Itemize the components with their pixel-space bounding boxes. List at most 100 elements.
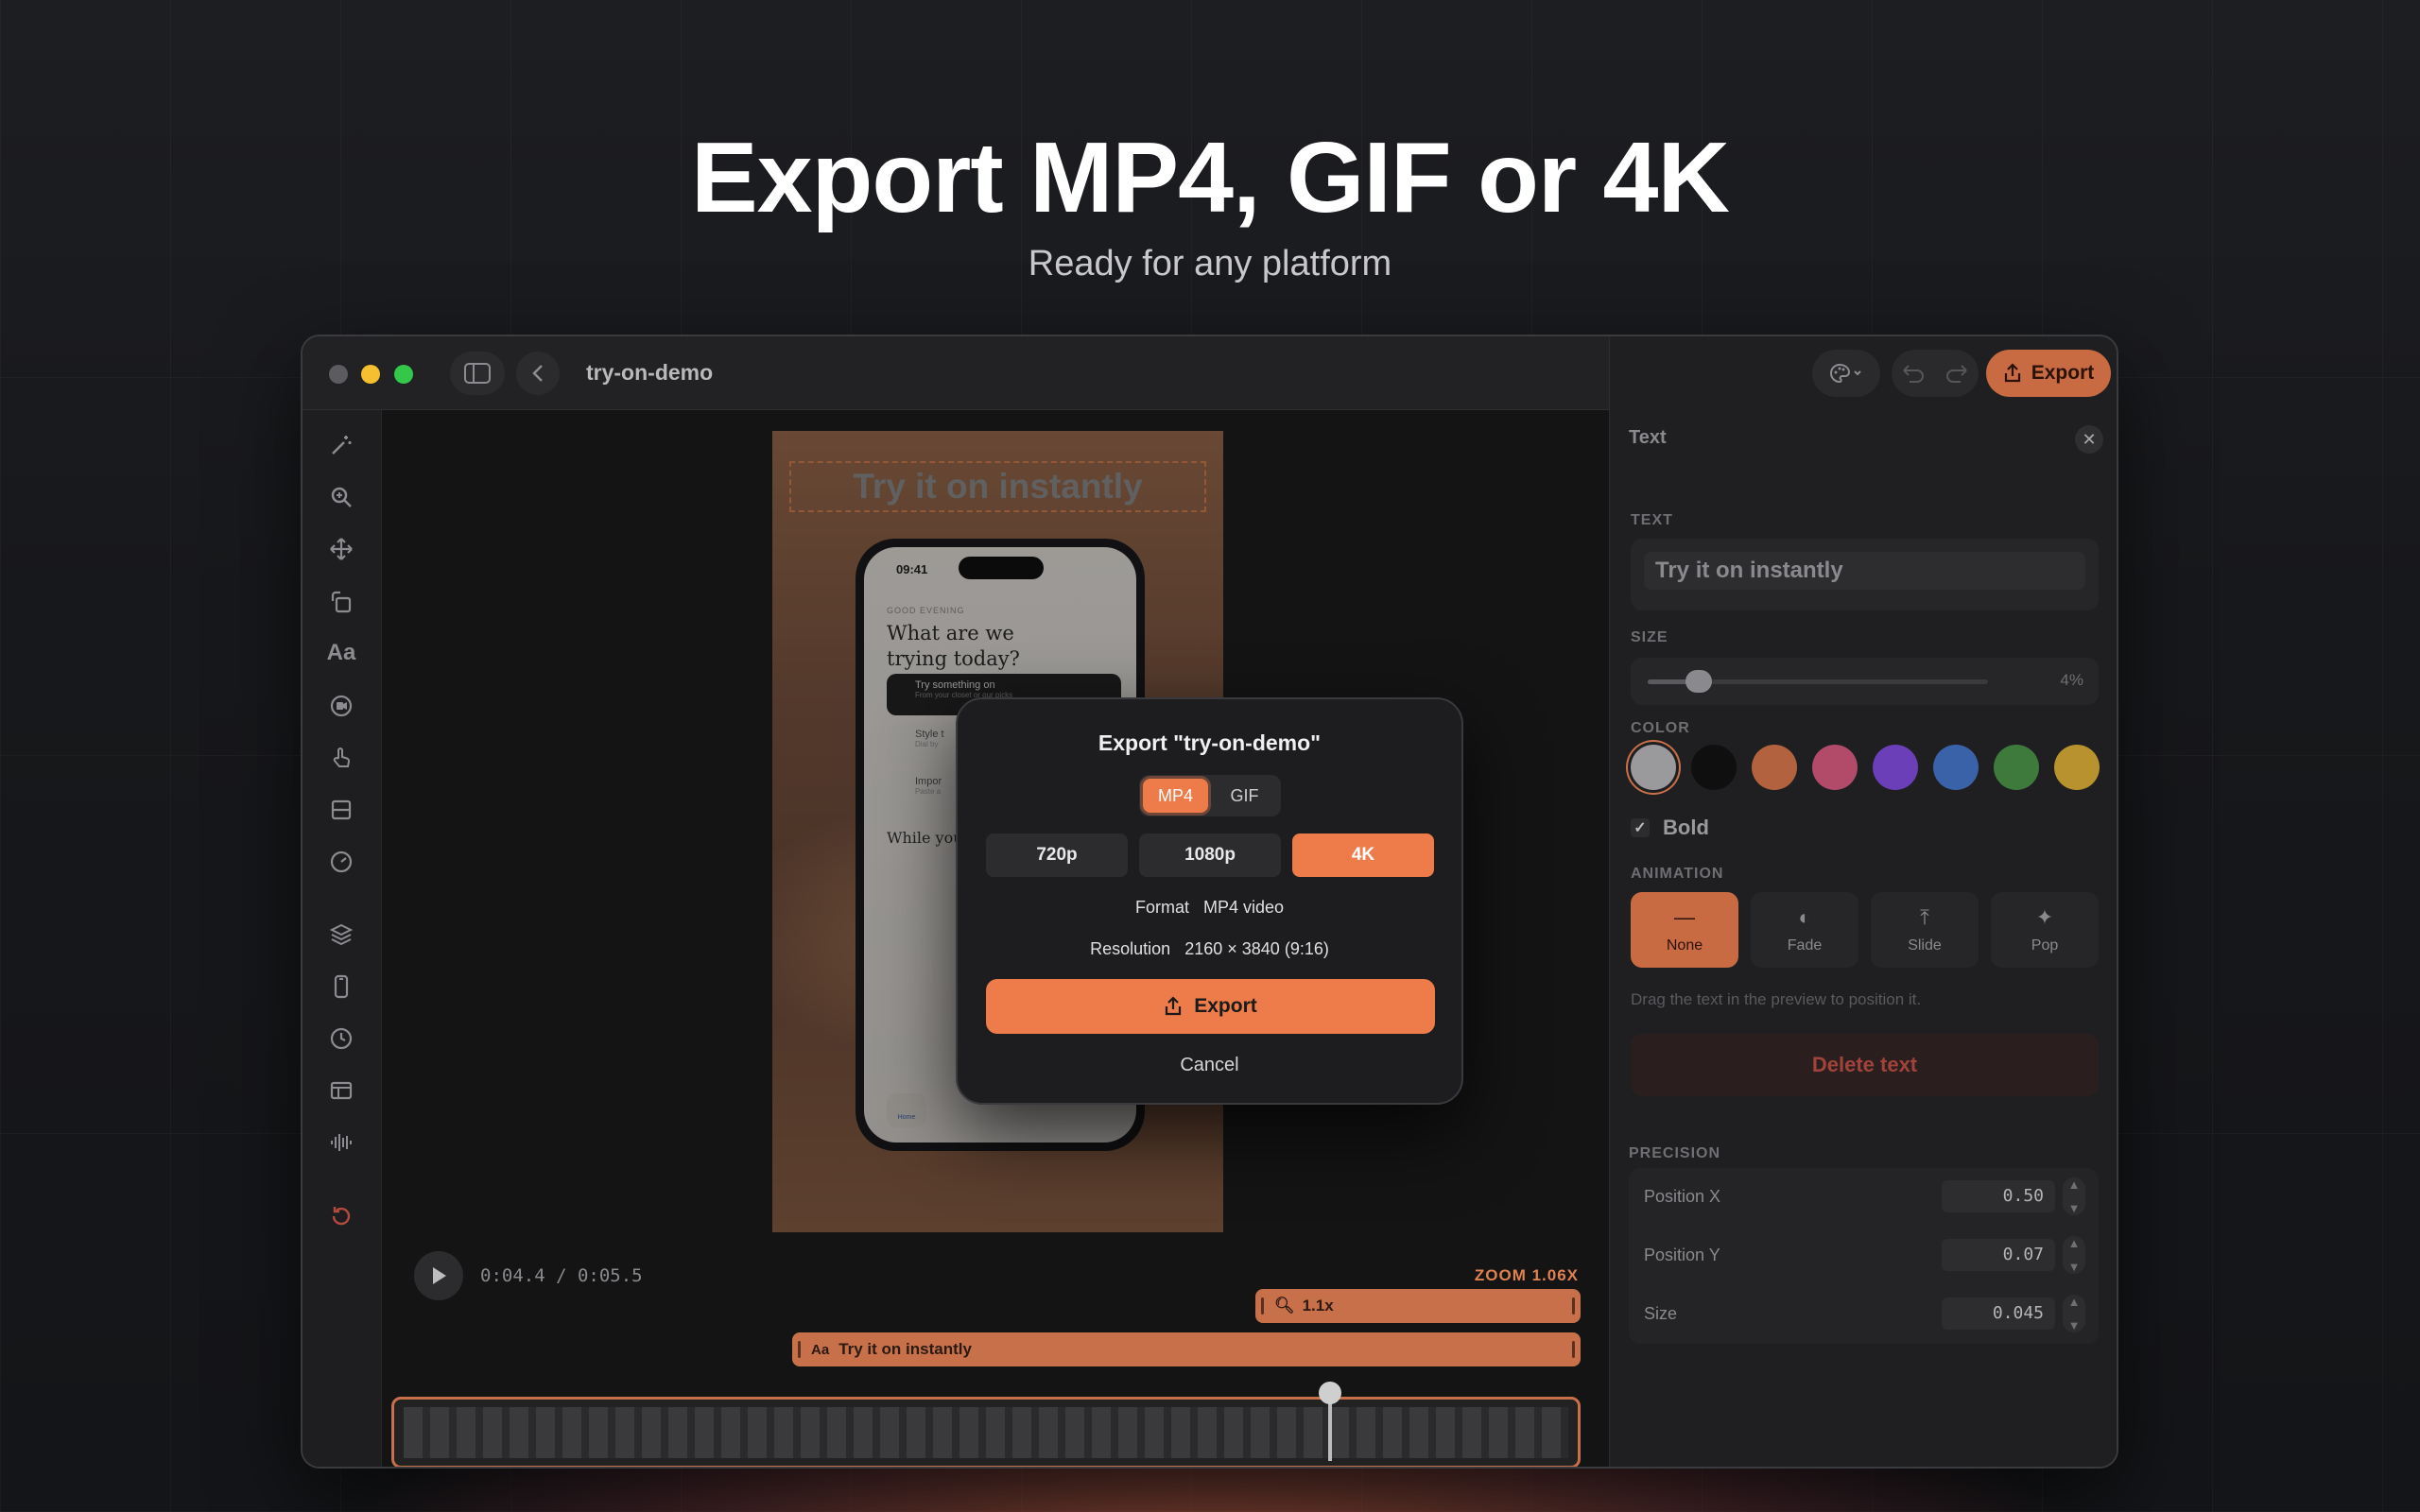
layers-icon[interactable]	[327, 920, 355, 949]
color-swatch[interactable]	[1812, 745, 1858, 790]
size-input[interactable]: 0.045	[1942, 1297, 2055, 1330]
resolution-4k-option[interactable]: 4K	[1292, 833, 1434, 877]
animation-none-button[interactable]: — None	[1631, 892, 1738, 968]
resolution-info: Resolution 2160 × 3840 (9:16)	[958, 939, 1461, 959]
clock-icon[interactable]	[327, 1024, 355, 1053]
size-control: 4%	[1631, 658, 2099, 705]
tap-icon[interactable]	[327, 744, 355, 772]
rotate-icon[interactable]	[327, 588, 355, 616]
color-swatch[interactable]	[1691, 745, 1737, 790]
reset-icon[interactable]	[327, 1202, 355, 1230]
format-mp4-option[interactable]: MP4	[1143, 779, 1208, 813]
animation-slide-button[interactable]: ⤒ Slide	[1871, 892, 1979, 968]
magic-wand-icon[interactable]	[327, 431, 355, 459]
back-button[interactable]	[516, 352, 560, 395]
text-input[interactable]: Try it on instantly	[1644, 552, 2085, 590]
minimize-window-button[interactable]	[361, 365, 380, 384]
resolution-value: 2160 × 3840 (9:16)	[1184, 939, 1329, 958]
audio-icon[interactable]	[327, 1128, 355, 1157]
animation-label: None	[1666, 937, 1703, 954]
slide-icon: ⤒	[1920, 905, 1929, 929]
share-icon	[2004, 363, 2020, 383]
stepper-icon[interactable]: ▲ ▼	[2063, 1236, 2085, 1274]
playhead-handle[interactable]	[1319, 1382, 1341, 1404]
dialog-export-label: Export	[1194, 995, 1257, 1017]
track-handle-left[interactable]	[1261, 1297, 1264, 1314]
sparkle-icon: ✦	[2035, 905, 2054, 929]
resolution-key: Resolution	[1090, 939, 1171, 958]
resolution-720p-option[interactable]: 720p	[986, 833, 1128, 877]
device-icon[interactable]	[327, 972, 355, 1001]
bold-toggle[interactable]: ✓ Bold	[1631, 816, 1709, 840]
play-button[interactable]	[414, 1251, 463, 1300]
record-icon[interactable]	[327, 692, 355, 720]
bold-label: Bold	[1663, 816, 1709, 839]
export-button[interactable]: Export	[1986, 350, 2111, 397]
format-gif-option[interactable]: GIF	[1212, 779, 1277, 813]
text-icon[interactable]: Aa	[327, 639, 356, 667]
animation-label: Pop	[2031, 937, 2059, 954]
close-icon[interactable]: ✕	[2075, 425, 2103, 454]
format-key: Format	[1134, 898, 1189, 917]
hero-title: Export MP4, GIF or 4K	[690, 122, 1730, 233]
undo-redo-group	[1892, 350, 1979, 397]
play-icon	[433, 1267, 446, 1284]
zoom-window-button[interactable]	[394, 365, 413, 384]
sidebar-toggle-button[interactable]	[450, 352, 505, 395]
animation-section-label: ANIMATION	[1631, 866, 1724, 882]
zoom-level: ZOOM 1.06X	[1474, 1266, 1579, 1284]
position-hint: Drag the text in the preview to position…	[1631, 990, 1922, 1008]
size-slider-handle[interactable]	[1685, 670, 1712, 693]
position-x-input[interactable]: 0.50	[1942, 1180, 2055, 1212]
color-swatch[interactable]	[2054, 745, 2100, 790]
position-x-row: Position X 0.50 ▲ ▼	[1629, 1168, 2099, 1227]
resolution-1080p-option[interactable]: 1080p	[1139, 833, 1281, 877]
move-icon[interactable]	[327, 535, 355, 563]
animation-fade-button[interactable]: ◐ Fade	[1751, 892, 1858, 968]
cancel-button[interactable]: Cancel	[958, 1055, 1461, 1076]
animation-pop-button[interactable]: ✦ Pop	[1991, 892, 2099, 968]
playback-time: 0:04.4 / 0:05.5	[480, 1265, 643, 1286]
size-row: Size 0.045 ▲ ▼	[1629, 1285, 2099, 1344]
color-swatch[interactable]	[1994, 745, 2039, 790]
track-handle-left[interactable]	[798, 1341, 801, 1358]
color-swatch[interactable]	[1933, 745, 1979, 790]
text-section-label: TEXT	[1631, 512, 1673, 528]
filmstrip-frames	[404, 1407, 1568, 1458]
stepper-icon[interactable]: ▲ ▼	[2063, 1177, 2085, 1215]
zoom-track[interactable]: 🔍︎ 1.1x	[1255, 1289, 1581, 1323]
text-field[interactable]: Try it on instantly	[1631, 539, 2099, 610]
theme-menu-button[interactable]	[1812, 350, 1880, 397]
track-handle-right[interactable]	[1572, 1341, 1575, 1358]
speed-icon[interactable]	[327, 848, 355, 876]
close-window-button[interactable]	[329, 365, 348, 384]
zoom-icon[interactable]	[327, 483, 355, 511]
share-icon	[1166, 996, 1182, 1016]
color-section-label: COLOR	[1631, 720, 1690, 736]
bold-checkbox[interactable]: ✓	[1631, 818, 1650, 837]
stepper-icon[interactable]: ▲ ▼	[2063, 1295, 2085, 1332]
track-handle-right[interactable]	[1572, 1297, 1575, 1314]
size-value: 4%	[2060, 671, 2083, 689]
palette-icon	[1830, 363, 1861, 384]
video-filmstrip[interactable]	[391, 1397, 1581, 1467]
field-label: Size	[1644, 1304, 1678, 1323]
template-icon[interactable]	[327, 1076, 355, 1105]
dialog-export-button[interactable]: Export	[986, 979, 1435, 1034]
inspector-panel: Export Text ✕ TEXT Try it on instantly S…	[1609, 336, 2117, 1467]
color-swatch[interactable]	[1873, 745, 1918, 790]
color-swatch[interactable]	[1631, 745, 1676, 790]
export-button-label: Export	[2031, 362, 2095, 384]
size-slider[interactable]	[1648, 670, 1988, 693]
delete-text-button[interactable]: Delete text	[1631, 1034, 2099, 1096]
color-swatch[interactable]	[1752, 745, 1797, 790]
text-track[interactable]: Aa Try it on instantly	[792, 1332, 1581, 1366]
format-value: MP4 video	[1202, 898, 1285, 917]
position-y-input[interactable]: 0.07	[1942, 1239, 2055, 1271]
export-dialog: Export "try-on-demo" MP4 GIF 720p 1080p …	[956, 697, 1463, 1105]
layout-icon[interactable]	[327, 796, 355, 824]
dash-icon: —	[1674, 905, 1695, 929]
animation-label: Slide	[1908, 937, 1942, 954]
title-bar: try-on-demo	[302, 336, 1609, 410]
panel-title: Text	[1629, 427, 1667, 448]
